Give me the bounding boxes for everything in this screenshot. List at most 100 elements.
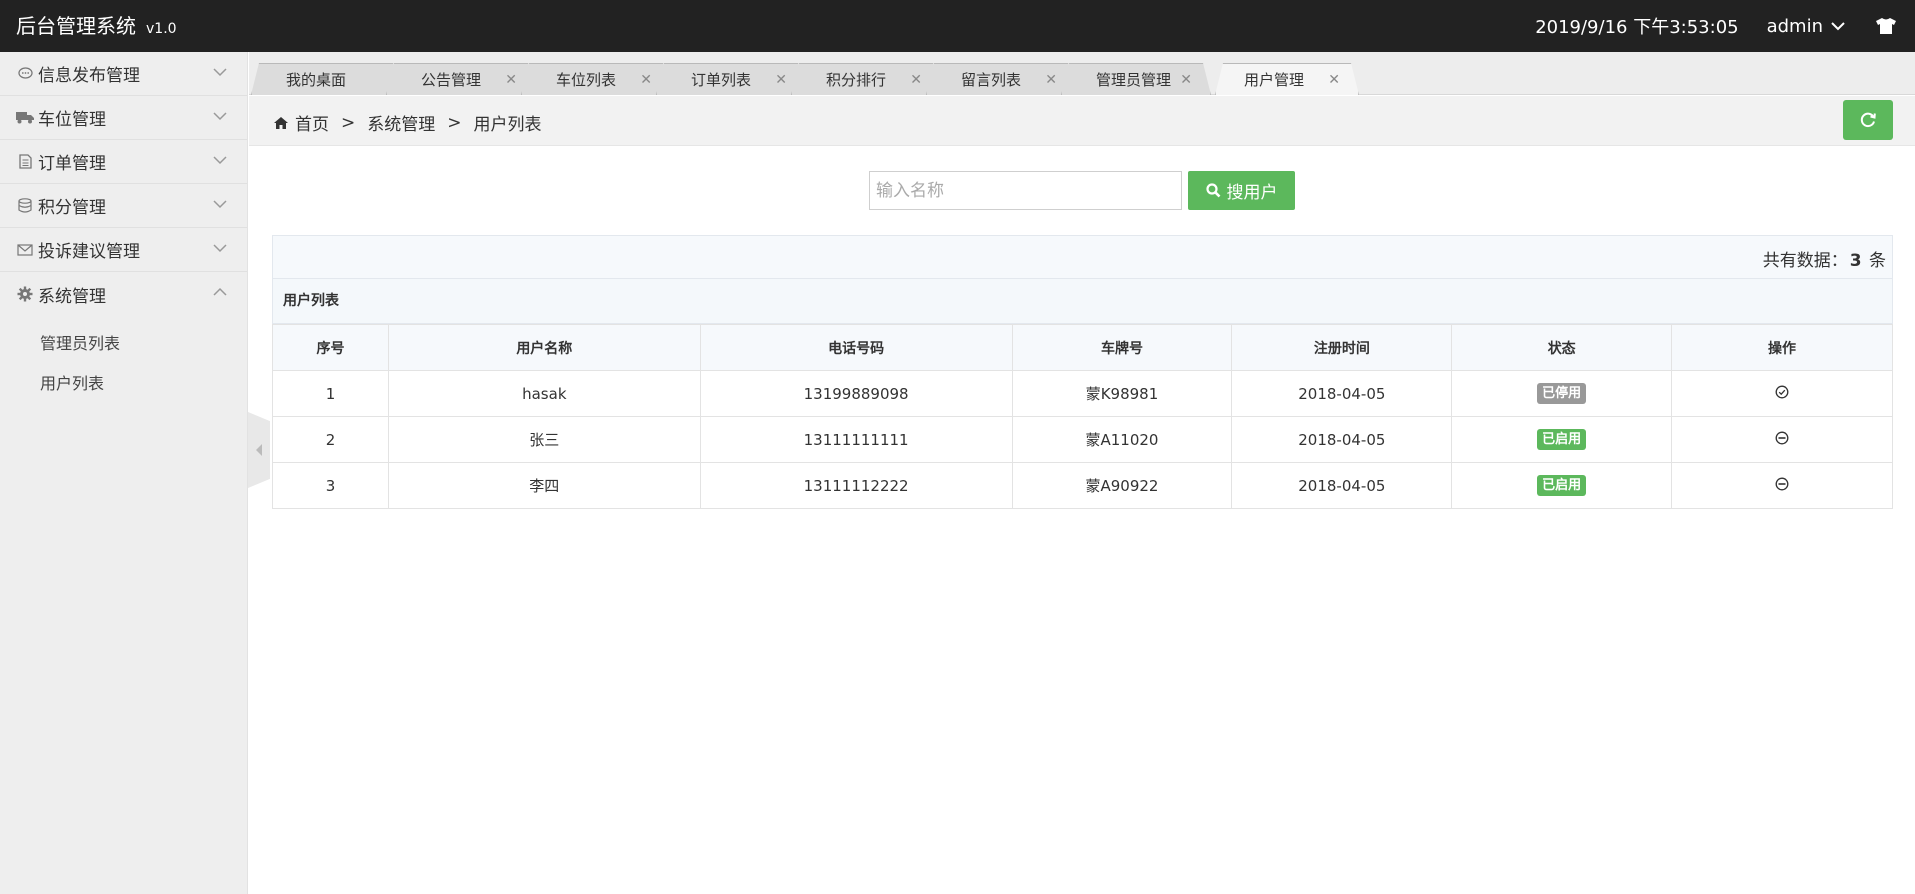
status-badge: 已停用 bbox=[1537, 383, 1587, 404]
cell-id: 1 bbox=[272, 370, 389, 417]
home-icon bbox=[274, 116, 288, 129]
chevron-down-icon bbox=[213, 200, 227, 209]
tab-label: 我的桌面 bbox=[286, 71, 347, 89]
chevron-down-icon bbox=[213, 244, 227, 253]
close-icon[interactable]: ✕ bbox=[640, 72, 652, 88]
sidebar-item-label: 车位管理 bbox=[38, 110, 106, 130]
cell-status: 已停用 bbox=[1451, 370, 1673, 417]
cell-name: 李四 bbox=[387, 462, 701, 509]
sidebar-subitem-admin-list[interactable]: 管理员列表 bbox=[0, 322, 247, 362]
breadcrumb-separator: > bbox=[447, 112, 462, 133]
cell-phone: 13111112222 bbox=[699, 462, 1013, 509]
cell-name: 张三 bbox=[387, 416, 701, 463]
cell-plate: 蒙K98981 bbox=[1011, 370, 1233, 417]
sidebar-submenu-system: 管理员列表 用户列表 bbox=[0, 316, 247, 402]
sidebar-item-points[interactable]: 积分管理 bbox=[0, 184, 247, 228]
user-menu[interactable]: admin bbox=[1767, 16, 1845, 37]
close-icon[interactable]: ✕ bbox=[505, 72, 517, 88]
close-icon[interactable]: ✕ bbox=[910, 72, 922, 88]
sidebar-item-label: 投诉建议管理 bbox=[38, 242, 140, 262]
data-count-bar: 共有数据： 3 条 bbox=[272, 235, 1893, 279]
table-title: 用户列表 bbox=[272, 279, 1893, 324]
tab-message-list[interactable]: 留言列表 ✕ bbox=[926, 63, 1076, 95]
cell-action bbox=[1671, 370, 1893, 417]
data-count-value: 3 bbox=[1849, 251, 1862, 271]
search-button[interactable]: 搜用户 bbox=[1188, 171, 1295, 210]
database-icon bbox=[16, 197, 34, 215]
breadcrumb-level2: 用户列表 bbox=[473, 115, 542, 135]
chevron-down-icon bbox=[213, 68, 227, 77]
column-header: 电话号码 bbox=[699, 324, 1013, 371]
column-header: 用户名称 bbox=[387, 324, 701, 371]
cell-date: 2018-04-05 bbox=[1231, 370, 1453, 417]
tab-label: 用户管理 bbox=[1244, 71, 1305, 89]
cell-plate: 蒙A11020 bbox=[1011, 416, 1233, 463]
enable-user-icon[interactable] bbox=[1775, 385, 1789, 399]
sidebar-item-label: 积分管理 bbox=[38, 198, 106, 218]
chat-icon bbox=[16, 65, 34, 83]
tab-announcements[interactable]: 公告管理 ✕ bbox=[386, 63, 536, 95]
chevron-up-icon bbox=[213, 287, 227, 296]
sidebar-collapse-handle[interactable] bbox=[248, 412, 270, 488]
caret-left-icon bbox=[256, 444, 262, 456]
sidebar-item-label: 系统管理 bbox=[38, 286, 106, 307]
column-header: 操作 bbox=[1671, 324, 1893, 371]
app-title: 后台管理系统 bbox=[16, 14, 136, 38]
sidebar: 信息发布管理 车位管理 订单管理 积分管理 投诉建议管理 系统管理 管理员列表 … bbox=[0, 52, 248, 894]
refresh-button[interactable] bbox=[1843, 100, 1893, 140]
cell-id: 2 bbox=[272, 416, 389, 463]
disable-user-icon[interactable] bbox=[1775, 477, 1789, 491]
app-logo[interactable]: 后台管理系统 v1.0 bbox=[16, 12, 177, 43]
sidebar-item-complaints[interactable]: 投诉建议管理 bbox=[0, 228, 247, 272]
search-icon bbox=[1205, 183, 1220, 198]
tab-admin-management[interactable]: 管理员管理 ✕ bbox=[1061, 63, 1211, 95]
app-version: v1.0 bbox=[146, 21, 177, 37]
close-icon[interactable]: ✕ bbox=[1328, 72, 1340, 88]
breadcrumb-level1[interactable]: 系统管理 bbox=[367, 110, 435, 135]
sidebar-item-label: 信息发布管理 bbox=[38, 66, 140, 86]
tab-label: 管理员管理 bbox=[1096, 71, 1172, 89]
tab-parking-list[interactable]: 车位列表 ✕ bbox=[521, 63, 671, 95]
refresh-icon bbox=[1860, 112, 1876, 128]
sidebar-item-orders[interactable]: 订单管理 bbox=[0, 140, 247, 184]
cell-id: 3 bbox=[272, 462, 389, 509]
chevron-down-icon bbox=[213, 156, 227, 165]
cell-plate: 蒙A90922 bbox=[1011, 462, 1233, 509]
close-icon[interactable]: ✕ bbox=[1045, 72, 1057, 88]
envelope-icon bbox=[16, 241, 34, 259]
cell-phone: 13111111111 bbox=[699, 416, 1013, 463]
file-icon bbox=[16, 153, 34, 171]
tab-order-list[interactable]: 订单列表 ✕ bbox=[656, 63, 806, 95]
users-table: 序号 用户名称 电话号码 车牌号 注册时间 状态 操作 1 hasak 1319… bbox=[272, 324, 1893, 509]
disable-user-icon[interactable] bbox=[1775, 431, 1789, 445]
sidebar-subitem-user-list[interactable]: 用户列表 bbox=[0, 362, 247, 402]
column-header: 注册时间 bbox=[1231, 324, 1453, 371]
tab-label: 车位列表 bbox=[556, 71, 617, 89]
sidebar-item-info-publish[interactable]: 信息发布管理 bbox=[0, 52, 247, 96]
cell-status: 已启用 bbox=[1451, 462, 1673, 509]
search-button-label: 搜用户 bbox=[1226, 183, 1278, 203]
column-header: 车牌号 bbox=[1011, 324, 1233, 371]
theme-shirt-icon[interactable] bbox=[1875, 17, 1897, 35]
tab-label: 公告管理 bbox=[421, 71, 482, 89]
close-icon[interactable]: ✕ bbox=[1180, 72, 1192, 88]
tab-my-desktop[interactable]: 我的桌面 bbox=[251, 63, 401, 95]
tab-points-ranking[interactable]: 积分排行 ✕ bbox=[791, 63, 941, 95]
sidebar-item-parking[interactable]: 车位管理 bbox=[0, 96, 247, 140]
cell-phone: 13199889098 bbox=[699, 370, 1013, 417]
data-count: 共有数据： 3 条 bbox=[1763, 246, 1886, 271]
sidebar-item-system[interactable]: 系统管理 bbox=[0, 272, 247, 316]
cell-date: 2018-04-05 bbox=[1231, 462, 1453, 509]
breadcrumb-home[interactable]: 首页 bbox=[295, 110, 329, 135]
header-datetime: 2019/9/16 下午3:53:05 bbox=[1535, 17, 1739, 38]
top-header: 后台管理系统 v1.0 2019/9/16 下午3:53:05 admin bbox=[0, 0, 1915, 52]
cell-action bbox=[1671, 462, 1893, 509]
table-header-row: 序号 用户名称 电话号码 车牌号 注册时间 状态 操作 bbox=[272, 324, 1893, 371]
breadcrumb-bar: 首页 > 系统管理 > 用户列表 bbox=[249, 96, 1915, 146]
gear-icon bbox=[16, 285, 34, 303]
breadcrumb: 首页 > 系统管理 > 用户列表 bbox=[273, 110, 542, 135]
close-icon[interactable]: ✕ bbox=[775, 72, 787, 88]
search-input[interactable] bbox=[869, 171, 1182, 210]
user-name: admin bbox=[1766, 15, 1823, 37]
tab-user-management[interactable]: 用户管理 ✕ bbox=[1215, 63, 1359, 95]
